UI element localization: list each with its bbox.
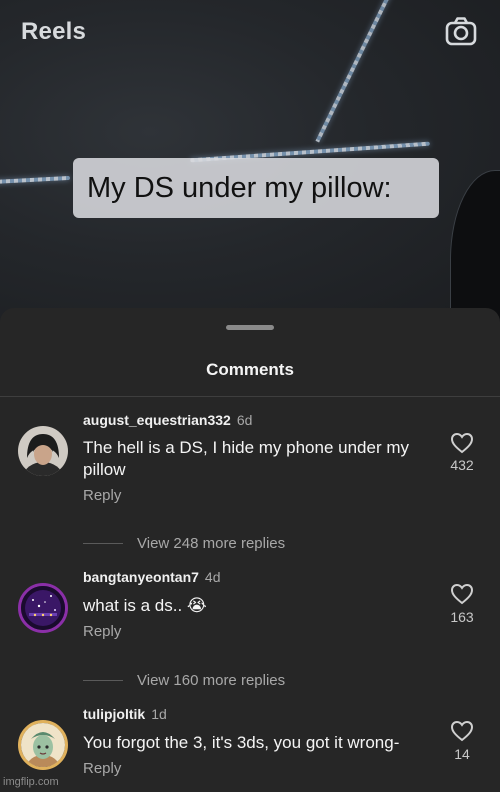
comments-title: Comments — [206, 360, 294, 379]
divider-line — [83, 680, 123, 681]
comment-username[interactable]: august_equestrian332 6d — [83, 412, 252, 428]
led-strip-light — [0, 175, 71, 185]
reel-caption: My DS under my pillow: — [73, 158, 439, 218]
comment-text: The hell is a DS, I hide my phone under … — [83, 438, 409, 479]
watermark: imgflip.com — [3, 776, 59, 788]
avatar[interactable] — [18, 583, 68, 633]
divider — [0, 396, 500, 397]
page-title: Reels — [21, 18, 87, 45]
reply-button[interactable]: Reply — [83, 760, 121, 777]
view-replies-label[interactable]: View 248 more replies — [137, 535, 285, 552]
view-replies-label[interactable]: View 160 more replies — [137, 672, 285, 689]
comment-timestamp: 4d — [204, 569, 221, 585]
person-silhouette — [450, 170, 500, 330]
comment-text: what is a ds.. 😭 — [83, 596, 207, 615]
username-text[interactable]: august_equestrian332 — [83, 412, 231, 428]
username-text[interactable]: tulipjoltik — [83, 706, 145, 722]
reel-video[interactable]: Reels My DS under my pillow: — [0, 0, 500, 330]
view-replies-button[interactable]: View 160 more replies — [83, 672, 285, 689]
camera-icon[interactable] — [445, 16, 477, 46]
comments-sheet: Comments august_equestrian332 6d The hell… — [0, 308, 500, 792]
comment-timestamp: 6d — [236, 412, 253, 428]
reply-button[interactable]: Reply — [83, 487, 121, 504]
like-count: 432 — [450, 457, 474, 473]
comment-username[interactable]: tulipjoltik 1d — [83, 706, 167, 722]
like-count: 163 — [450, 609, 474, 625]
led-strip-light — [315, 0, 394, 143]
heart-icon[interactable] — [450, 432, 474, 454]
comment-timestamp: 1d — [151, 706, 167, 722]
divider-line — [83, 543, 123, 544]
comment-username[interactable]: bangtanyeontan7 4d — [83, 569, 220, 585]
avatar[interactable] — [18, 720, 68, 770]
avatar[interactable] — [18, 426, 68, 476]
username-text[interactable]: bangtanyeontan7 — [83, 569, 199, 585]
view-replies-button[interactable]: View 248 more replies — [83, 535, 285, 552]
reply-button[interactable]: Reply — [83, 623, 121, 640]
heart-icon[interactable] — [450, 720, 474, 742]
comment-text: You forgot the 3, it's 3ds, you got it w… — [83, 733, 400, 752]
like-count: 14 — [454, 746, 470, 762]
heart-icon[interactable] — [450, 583, 474, 605]
drag-handle[interactable] — [226, 325, 274, 330]
